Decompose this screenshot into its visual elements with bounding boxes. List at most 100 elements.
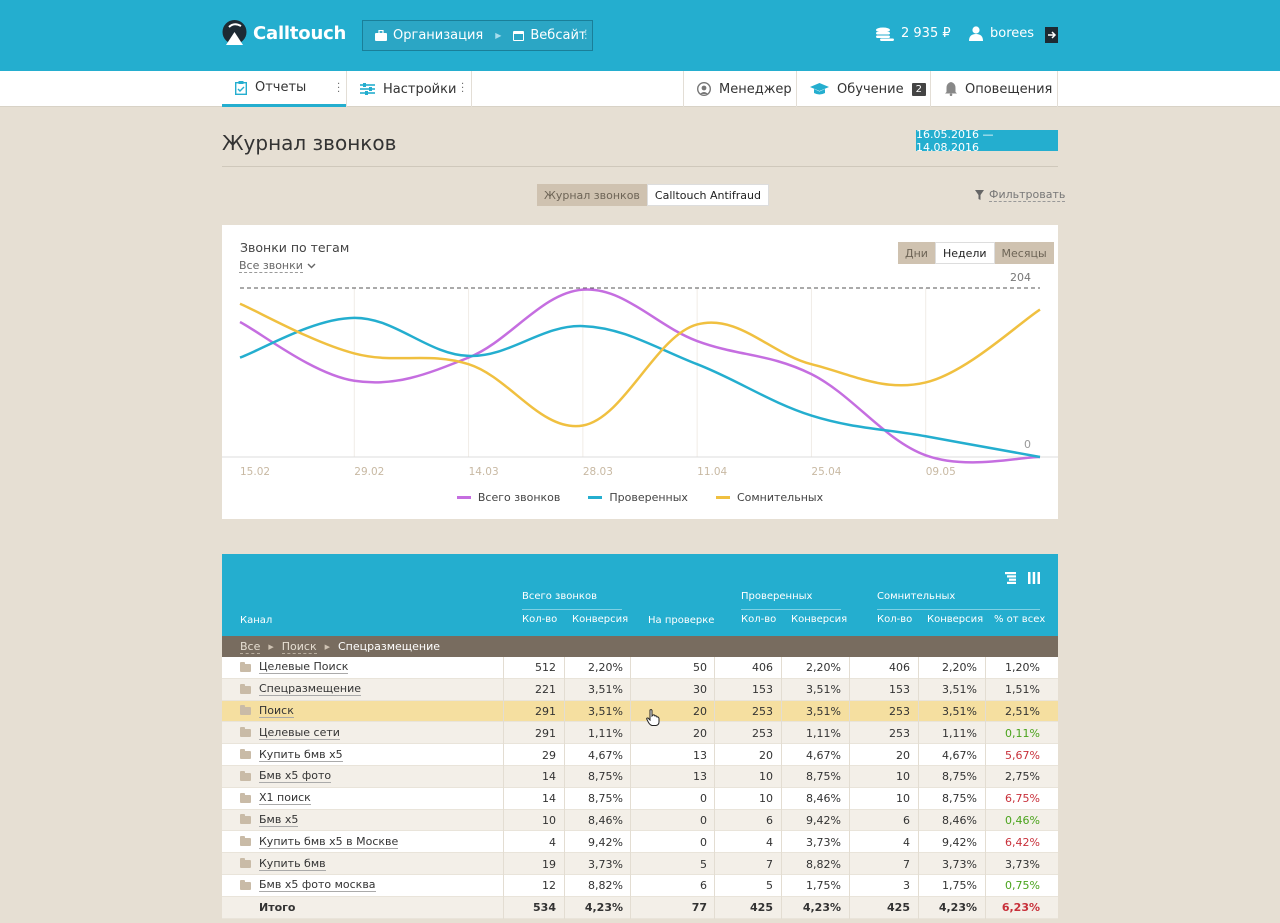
logout-icon[interactable]: [1045, 27, 1058, 43]
graduation-cap-icon: [810, 82, 829, 94]
col-channel[interactable]: Канал: [240, 615, 272, 626]
cell-divider: [564, 744, 565, 766]
nav-notifications[interactable]: Оповещения: [945, 71, 1052, 107]
switcher-menu-icon[interactable]: · · ·: [584, 25, 588, 44]
col-all-conversion[interactable]: Конверсия: [572, 614, 628, 625]
period-months[interactable]: Месяцы: [994, 242, 1054, 264]
channel-cell[interactable]: Купить бмв х5: [240, 744, 343, 766]
table-row[interactable]: Купить бмв х5 29 4,67% 13 20 4,67% 20 4,67% 5,67…: [222, 744, 1058, 766]
balance[interactable]: 2 935 ₽: [876, 26, 951, 41]
channel-cell[interactable]: Бмв х5: [240, 810, 299, 832]
folder-icon: [240, 727, 251, 738]
cell-divider: [714, 657, 715, 679]
col-dubious-qty[interactable]: Кол-во: [877, 614, 912, 625]
hand-cursor-icon: [646, 709, 660, 726]
channel-cell[interactable]: Х1 поиск: [240, 788, 311, 810]
value-cell: 20: [896, 748, 910, 762]
folder-icon: [240, 858, 251, 869]
value-cell: 6: [903, 813, 910, 827]
cell-divider: [849, 831, 850, 854]
col-pending[interactable]: На проверке: [648, 615, 714, 626]
table-row[interactable]: Бмв х5 10 8,46% 0 6 9,42% 6 8,46% 0,46%: [222, 809, 1058, 832]
cell-divider: [918, 678, 919, 701]
legend-item[interactable]: Сомнительных: [715, 491, 823, 504]
org-site-switcher: Организация ▶ Вебсайт · · ·: [362, 20, 593, 51]
table-row[interactable]: Х1 поиск 14 8,75% 0 10 8,46% 10 8,75% 6,75%: [222, 787, 1058, 810]
value-cell: 0,75%: [1005, 879, 1040, 893]
breadcrumb-search[interactable]: Поиск: [281, 640, 317, 654]
logo-icon: [222, 20, 247, 45]
call-type-selector[interactable]: Все звонки: [239, 259, 316, 273]
folder-icon: [240, 661, 251, 672]
table-row[interactable]: Бмв х5 фото москва 12 8,82% 6 5 1,75% 3 1,75% 0,…: [222, 874, 1058, 897]
tree-icon[interactable]: [1005, 572, 1016, 584]
value-cell: 9,42%: [588, 835, 623, 849]
col-all-qty[interactable]: Кол-во: [522, 614, 557, 625]
table-row[interactable]: Целевые сети 291 1,11% 20 253 1,11% 253 1,11% 0,…: [222, 722, 1058, 745]
nav-reports[interactable]: Отчеты: [222, 71, 346, 107]
cell-divider: [918, 853, 919, 875]
col-verified-qty[interactable]: Кол-во: [741, 614, 776, 625]
tab-antifraud[interactable]: Calltouch Antifraud: [646, 184, 769, 206]
value-cell: 0,46%: [1005, 813, 1040, 827]
value-cell: 3,51%: [806, 683, 841, 697]
username: borees: [990, 26, 1035, 41]
table-total-row[interactable]: Итого 534 4,23% 77 425 4,23% 425 4,23% 6,23%: [222, 896, 1058, 919]
reports-menu-icon[interactable]: · · ·: [337, 80, 341, 98]
legend-item[interactable]: Проверенных: [588, 491, 688, 504]
value-cell: 8,75%: [588, 770, 623, 784]
channel-cell[interactable]: Целевые Поиск: [240, 657, 349, 679]
period-weeks[interactable]: Недели: [934, 242, 995, 264]
table-row[interactable]: Целевые Поиск 512 2,20% 50 406 2,20% 406 2,20% 1…: [222, 657, 1058, 679]
cell-divider: [503, 765, 504, 788]
channel-cell[interactable]: Купить бмв: [240, 853, 326, 875]
channel-cell[interactable]: Купить бмв х5 в Москве: [240, 831, 399, 853]
nav-training[interactable]: Обучение 2: [810, 71, 926, 107]
cell-divider: [630, 787, 631, 810]
col-dubious-conversion[interactable]: Конверсия: [927, 614, 983, 625]
cell-divider: [564, 678, 565, 701]
nav-divider: [346, 71, 347, 107]
col-verified-conversion[interactable]: Конверсия: [791, 614, 847, 625]
col-percent-of-all[interactable]: % от всех: [994, 614, 1045, 625]
table-row[interactable]: Купить бмв 19 3,73% 5 7 8,82% 7 3,73% 3,73%: [222, 853, 1058, 875]
table-row[interactable]: Спецразмещение 221 3,51% 30 153 3,51% 153 3,51%…: [222, 678, 1058, 701]
table-row[interactable]: Купить бмв х5 в Москве 4 9,42% 0 4 3,73% 4 9,42…: [222, 831, 1058, 854]
series-line[interactable]: [239, 302, 1041, 428]
cell-divider: [564, 722, 565, 745]
cell-divider: [714, 853, 715, 875]
user-menu[interactable]: borees: [969, 26, 1034, 41]
channel-cell[interactable]: Спецразмещение: [240, 679, 362, 701]
table-row[interactable]: Бмв х5 фото 14 8,75% 13 10 8,75% 10 8,75% 2,75%: [222, 765, 1058, 788]
nav-manager[interactable]: Менеджер: [697, 71, 792, 107]
value-cell: 6: [766, 813, 773, 827]
channel-cell[interactable]: Бмв х5 фото: [240, 766, 332, 788]
channel-cell[interactable]: Поиск: [240, 701, 294, 723]
table-row[interactable]: Поиск 291 3,51% 20 253 3,51% 253 3,51% 2,51%: [222, 700, 1058, 723]
cell-divider: [503, 874, 504, 897]
breadcrumb-all[interactable]: Все: [240, 640, 261, 654]
value-cell: 8,82%: [588, 879, 623, 893]
settings-menu-icon[interactable]: · · ·: [461, 80, 465, 98]
period-days[interactable]: Дни: [898, 242, 935, 264]
columns-icon[interactable]: [1028, 572, 1040, 584]
channel-cell[interactable]: Бмв х5 фото москва: [240, 875, 376, 897]
line-chart: 204 0 15.02 29.02 14.03 28.03 11.04 25.04 09.0…: [222, 271, 1058, 478]
logo[interactable]: Calltouch: [222, 19, 346, 47]
date-range-picker[interactable]: 16.05.2016 — 14.08.2016: [916, 128, 1058, 154]
organization-selector[interactable]: Организация: [375, 28, 483, 43]
filter-button[interactable]: Фильтровать: [975, 188, 1066, 202]
cell-divider: [985, 853, 986, 875]
tab-call-log[interactable]: Журнал звонков: [537, 184, 647, 206]
table-breadcrumb: Все ▶ Поиск ▶ Спецразмещение: [222, 636, 1058, 657]
value-cell: 13: [693, 770, 707, 784]
legend-item[interactable]: Всего звонков: [456, 491, 560, 504]
series-line[interactable]: [239, 316, 1041, 459]
nav-settings[interactable]: Настройки: [360, 71, 456, 107]
website-selector[interactable]: Вебсайт: [513, 28, 586, 43]
channel-name: Поиск: [259, 703, 294, 718]
folder-icon: [240, 879, 251, 890]
channel-cell[interactable]: Целевые сети: [240, 722, 340, 744]
legend-label: Проверенных: [609, 491, 688, 504]
call-type-label: Все звонки: [239, 259, 303, 273]
